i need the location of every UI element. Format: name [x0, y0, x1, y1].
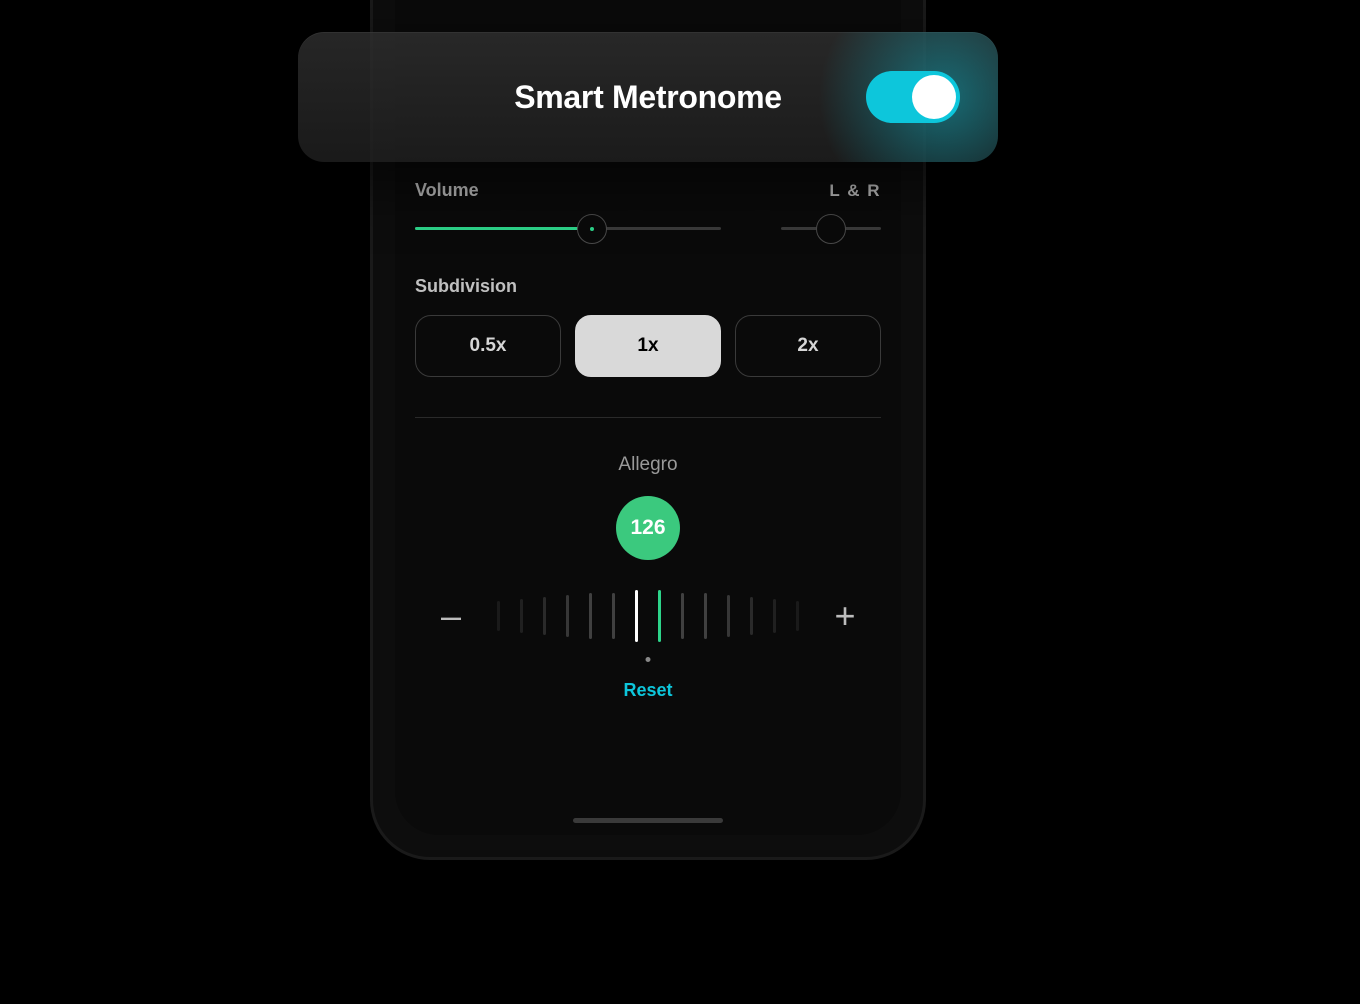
subdivision-option-2[interactable]: 2x [735, 315, 881, 377]
sliders-row [415, 227, 881, 230]
home-indicator[interactable] [573, 818, 723, 823]
divider [415, 417, 881, 418]
subdivision-option-1[interactable]: 1x [575, 315, 721, 377]
tick [520, 599, 523, 633]
volume-slider[interactable] [415, 227, 721, 230]
reset-button[interactable]: Reset [623, 680, 672, 701]
subdivision-label: Subdivision [415, 276, 881, 297]
tempo-dial[interactable] [497, 588, 799, 644]
tick [566, 595, 569, 637]
tick [704, 593, 707, 639]
tick [543, 597, 546, 635]
volume-fill [415, 227, 592, 230]
tick [727, 595, 730, 637]
slider-labels-row: Volume L & R [415, 180, 881, 201]
toggle-knob [912, 75, 956, 119]
tick [497, 601, 500, 631]
tick [589, 593, 592, 639]
tick [796, 601, 799, 631]
tick-indicator-dot [646, 657, 651, 662]
tempo-section: Allegro 126 – [415, 454, 881, 701]
tick [681, 593, 684, 639]
smart-metronome-toggle[interactable] [866, 71, 960, 123]
tempo-decrease-button[interactable]: – [433, 595, 469, 637]
subdivision-group: 0.5x 1x 2x [415, 315, 881, 377]
header-title: Smart Metronome [514, 79, 782, 116]
tick [773, 599, 776, 633]
tempo-controls-row: – + [415, 588, 881, 644]
header-bar: Smart Metronome [298, 32, 998, 162]
volume-knob[interactable] [577, 214, 607, 244]
tick [612, 593, 615, 639]
pan-slider[interactable] [781, 227, 881, 230]
pan-knob[interactable] [816, 214, 846, 244]
tick [750, 597, 753, 635]
tempo-name: Allegro [618, 454, 677, 476]
tempo-increase-button[interactable]: + [827, 595, 863, 637]
volume-label: Volume [415, 180, 479, 201]
tempo-bpm-bubble[interactable]: 126 [616, 496, 680, 560]
pan-label: L & R [829, 181, 881, 201]
tick-active [658, 590, 661, 642]
subdivision-option-0[interactable]: 0.5x [415, 315, 561, 377]
tick-center [635, 590, 638, 642]
